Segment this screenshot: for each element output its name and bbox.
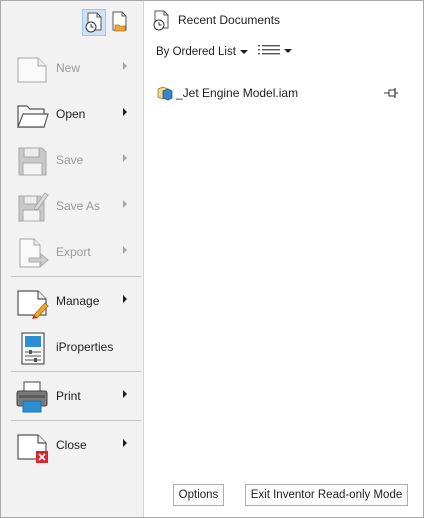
export-icon xyxy=(15,236,49,270)
chevron-down-icon xyxy=(240,50,248,54)
recent-documents-title: Recent Documents xyxy=(178,13,281,27)
submenu-arrow-icon xyxy=(123,295,127,303)
open-folder-icon xyxy=(15,98,49,132)
chevron-down-icon xyxy=(284,49,292,53)
submenu-arrow-icon xyxy=(123,154,127,162)
menu-iproperties-label: iProperties xyxy=(56,340,114,354)
menu-manage-label: Manage xyxy=(56,294,100,308)
recent-document-item[interactable]: _Jet Engine Model.iam xyxy=(157,83,415,103)
menu-export[interactable]: Export xyxy=(11,232,139,274)
menu-save[interactable]: Save xyxy=(11,140,139,182)
sidebar-divider xyxy=(11,276,141,277)
open-documents-icon[interactable] xyxy=(109,9,133,36)
menu-print[interactable]: Print xyxy=(11,376,139,418)
floppy-disk-icon xyxy=(15,144,49,178)
submenu-arrow-icon xyxy=(123,390,127,398)
list-view-icon xyxy=(258,44,280,59)
sidebar-divider xyxy=(11,420,141,421)
menu-iproperties[interactable]: iProperties xyxy=(11,327,139,369)
pin-icon[interactable] xyxy=(383,86,399,100)
options-button[interactable]: Options xyxy=(173,484,224,506)
view-mode-dropdown[interactable] xyxy=(258,44,294,58)
sort-order-label: By Ordered List xyxy=(156,46,236,58)
iproperties-icon xyxy=(15,331,49,365)
menu-close-label: Close xyxy=(56,438,87,452)
close-document-icon xyxy=(15,429,49,463)
recent-documents-panel: Recent Documents By Ordered List _Jet En… xyxy=(145,1,424,517)
printer-icon xyxy=(15,380,49,414)
menu-print-label: Print xyxy=(56,389,81,403)
submenu-arrow-icon xyxy=(123,246,127,254)
application-menu-panel: New Open Save Save As Export Manage iPro… xyxy=(0,0,424,518)
sidebar: New Open Save Save As Export Manage iPro… xyxy=(1,1,144,517)
menu-new-label: New xyxy=(56,61,81,75)
recent-documents-icon[interactable] xyxy=(82,9,106,36)
menu-manage[interactable]: Manage xyxy=(11,281,139,323)
menu-export-label: Export xyxy=(56,245,91,259)
recent-document-name: _Jet Engine Model.iam xyxy=(176,86,299,100)
menu-save-as-label: Save As xyxy=(56,199,101,213)
submenu-arrow-icon xyxy=(123,439,127,447)
submenu-arrow-icon xyxy=(123,62,127,70)
menu-save-as[interactable]: Save As xyxy=(11,186,139,228)
assembly-file-icon xyxy=(157,85,173,101)
menu-close[interactable]: Close xyxy=(11,425,139,467)
new-document-icon xyxy=(15,52,49,86)
sidebar-divider xyxy=(11,371,141,372)
sidebar-top-toggle xyxy=(82,9,132,37)
submenu-arrow-icon xyxy=(123,108,127,116)
sort-order-dropdown[interactable]: By Ordered List xyxy=(156,44,248,60)
recent-documents-icon xyxy=(152,10,174,32)
save-as-icon xyxy=(15,190,49,224)
exit-read-only-mode-button[interactable]: Exit Inventor Read-only Mode xyxy=(245,484,408,506)
submenu-arrow-icon xyxy=(123,200,127,208)
menu-new[interactable]: New xyxy=(11,48,139,90)
menu-open-label: Open xyxy=(56,107,86,121)
manage-icon xyxy=(15,285,49,319)
menu-open[interactable]: Open xyxy=(11,94,139,136)
menu-save-label: Save xyxy=(56,153,84,167)
